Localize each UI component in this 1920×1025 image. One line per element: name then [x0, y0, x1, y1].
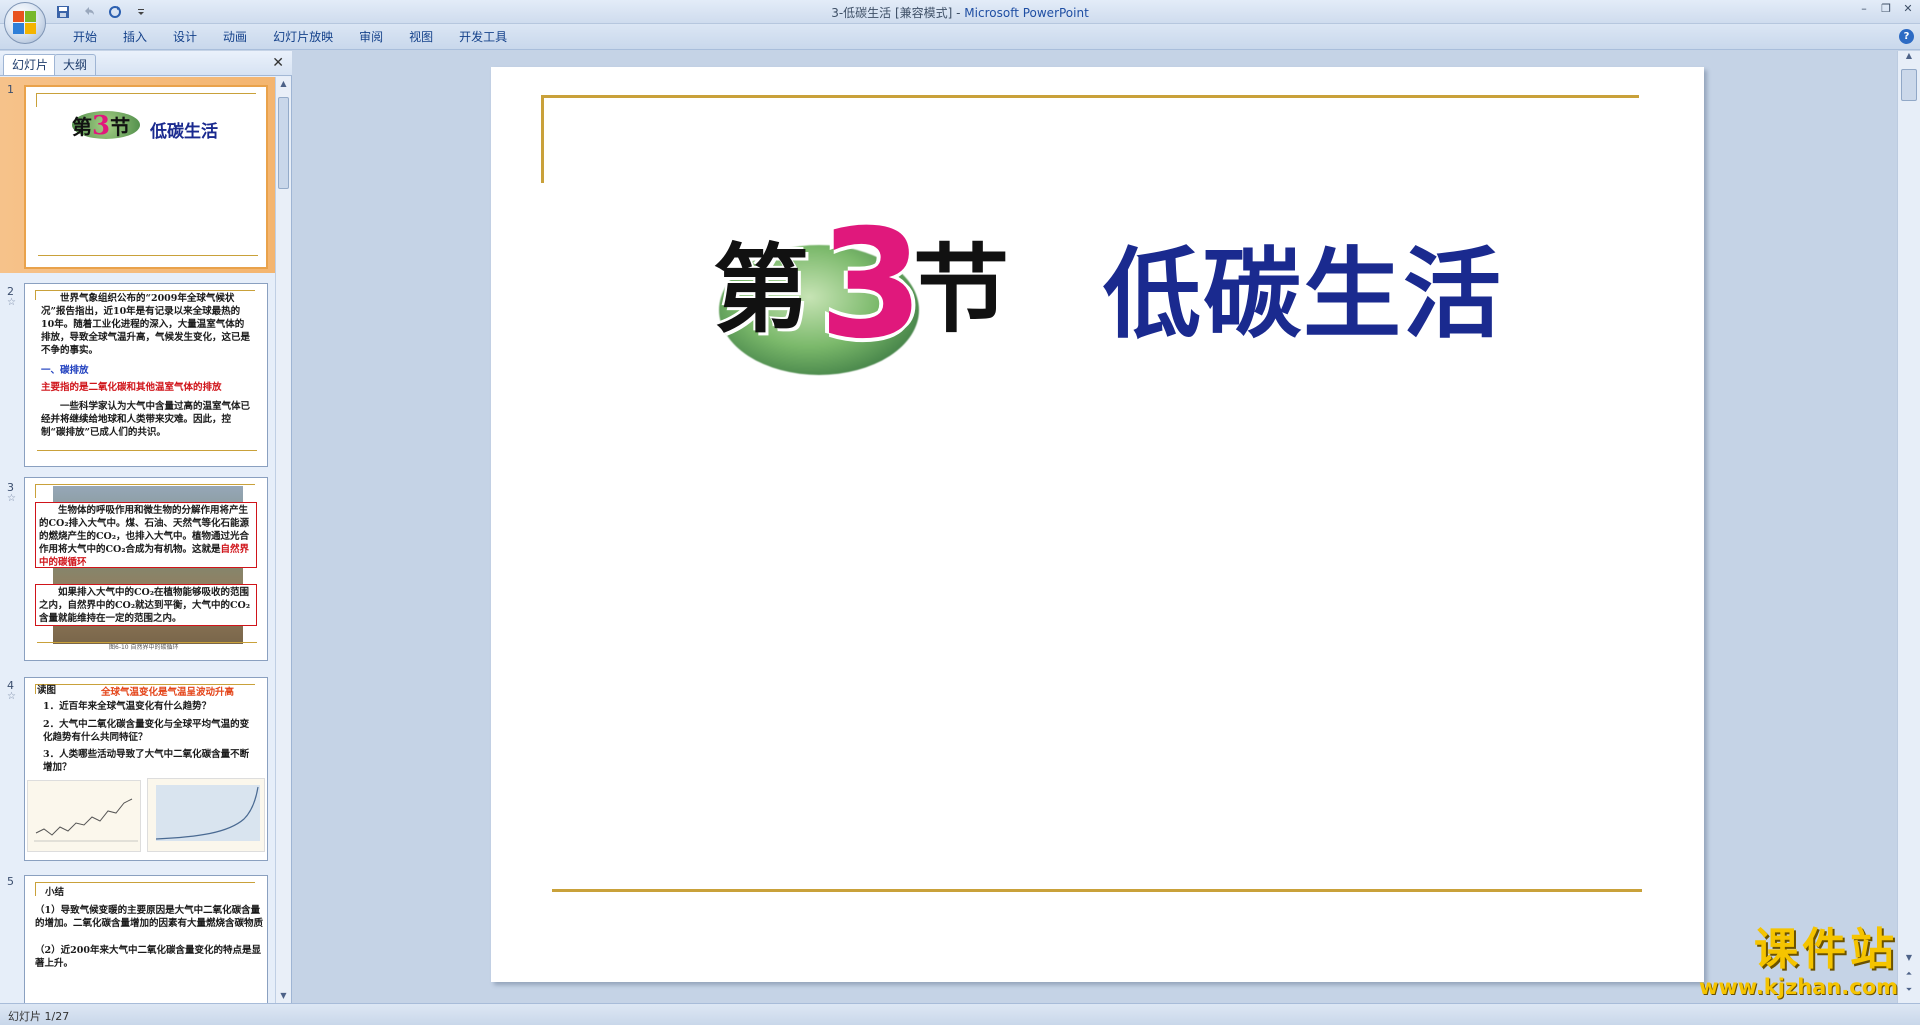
slide-thumbnail-1[interactable]: 1 第3节 低碳生活: [0, 77, 276, 273]
slide-thumbnail-5[interactable]: 5 小结 （1）导致气候变暖的主要原因是大气中二氧化碳含量的增加。二氧化碳含量增…: [0, 867, 276, 1003]
slide-thumbnail-image[interactable]: 读图 全球气温变化是气温呈波动升高 1．近百年来全球气温变化有什么趋势？ 2．大…: [24, 677, 268, 861]
slide-thumbnail-image[interactable]: 第3节 低碳生活: [24, 85, 268, 269]
thumb-paragraph: 世界气象组织公布的“2009年全球气候状况”报告指出，近10年是有记录以来全球最…: [41, 293, 251, 356]
thumb-label: 小结: [45, 887, 65, 898]
slide-number: 1: [7, 83, 14, 96]
left-gold-line: [541, 95, 544, 183]
slide-thumbnail-2[interactable]: 2 ☆ 世界气象组织公布的“2009年全球气候状况”报告指出，近10年是有记录以…: [0, 277, 276, 473]
slides-panel: 幻灯片 大纲 ✕ 1 第3节 低碳生活 2 ☆ 世界气象组织公布的“2009年全…: [0, 51, 292, 1003]
help-icon[interactable]: ?: [1899, 29, 1914, 44]
title-bar: 3-低碳生活 [兼容模式] - Microsoft PowerPoint – ❐…: [0, 0, 1920, 24]
slide-thumbnail-3[interactable]: 3 ☆ 生物体的呼吸作用和微生物的分解作用将产生的CO₂排入大气中。煤、石油、天…: [0, 473, 276, 669]
thumb-caption: 图6-10 自然界中的碳循环: [109, 644, 179, 651]
slide-thumbnail-image[interactable]: 生物体的呼吸作用和微生物的分解作用将产生的CO₂排入大气中。煤、石油、天然气等化…: [24, 477, 268, 661]
thumb-red-text: 全球气温变化是气温呈波动升高: [101, 687, 235, 698]
title-mark-right: 节: [913, 233, 1009, 346]
slide-thumbnail-image[interactable]: 世界气象组织公布的“2009年全球气候状况”报告指出，近10年是有记录以来全球最…: [24, 283, 268, 467]
slide-editing-area: 第 3 节 低碳生活: [293, 51, 1897, 1003]
bottom-gold-line: [552, 889, 1642, 892]
thumb-paragraph: （2）近200年来大气中二氧化碳含量变化的特点是显著上升。: [35, 945, 261, 969]
animation-star-icon: ☆: [7, 493, 16, 504]
scroll-down-icon[interactable]: ▼: [276, 989, 291, 1003]
scroll-up-icon[interactable]: ▲: [276, 77, 291, 91]
window-title: 3-低碳生活 [兼容模式] - Microsoft PowerPoint: [831, 6, 1089, 20]
thumb-label: 读图: [37, 685, 57, 696]
tab-slideshow[interactable]: 幻灯片放映: [260, 29, 346, 45]
section-number-graphic: 第 3 节: [713, 205, 1023, 425]
temperature-chart-image: [27, 780, 141, 852]
tab-design[interactable]: 设计: [160, 29, 210, 45]
tab-animation[interactable]: 动画: [210, 29, 260, 45]
ribbon: 开始 插入 设计 动画 幻灯片放映 审阅 视图 开发工具 ?: [0, 24, 1920, 50]
slide-counter: 幻灯片 1/27: [8, 1010, 70, 1023]
slide-number: 5: [7, 875, 14, 888]
thumb-textbox: 生物体的呼吸作用和微生物的分解作用将产生的CO₂排入大气中。煤、石油、天然气等化…: [35, 502, 257, 568]
office-logo-icon: [13, 11, 37, 35]
thumb-paragraph: （1）导致气候变暖的主要原因是大气中二氧化碳含量的增加。二氧化碳含量增加的因素有…: [35, 905, 264, 929]
scroll-down-icon[interactable]: ▼: [1898, 953, 1920, 967]
slide-title[interactable]: 低碳生活: [1103, 235, 1503, 355]
status-bar: 幻灯片 1/27: [0, 1003, 1920, 1025]
watermark-logo: 课件站 www.kjzhan.com: [1668, 927, 1898, 1001]
slide-thumbnail-list: 1 第3节 低碳生活 2 ☆ 世界气象组织公布的“2009年全球气候状况”报告指…: [0, 77, 276, 1003]
slide-thumbnail-4[interactable]: 4 ☆ 读图 全球气温变化是气温呈波动升高 1．近百年来全球气温变化有什么趋势？…: [0, 671, 276, 867]
current-slide[interactable]: 第 3 节 低碳生活: [491, 67, 1704, 982]
thumb-paragraph: 一些科学家认为大气中含量过高的温室气体已经并将继续给地球和人类带来灾难。因此，控…: [41, 401, 251, 438]
ribbon-tabs: 开始 插入 设计 动画 幻灯片放映 审阅 视图 开发工具: [60, 29, 520, 45]
scroll-up-icon[interactable]: ▲: [1898, 51, 1920, 65]
thumb-title-text: 低碳生活: [150, 122, 218, 142]
title-mark-left: 第: [713, 233, 809, 346]
scrollbar-thumb[interactable]: [1901, 69, 1917, 101]
animation-star-icon: ☆: [7, 691, 16, 702]
tab-insert[interactable]: 插入: [110, 29, 160, 45]
tab-slides[interactable]: 幻灯片: [3, 54, 58, 75]
watermark-cn: 课件站: [1754, 924, 1898, 975]
panel-tabs: 幻灯片 大纲 ✕: [0, 51, 292, 76]
title-number: 3: [819, 198, 924, 372]
thumb-red-text: 主要指的是二氧化碳和其他温室气体的排放: [41, 382, 222, 393]
tab-outline[interactable]: 大纲: [54, 54, 97, 75]
thumb-question: 2．大气中二氧化碳含量变化与全球平均气温的变化趋势有什么共同特征？: [43, 719, 250, 743]
thumb-question: 1．近百年来全球气温变化有什么趋势？: [43, 701, 212, 712]
restore-icon[interactable]: ❐: [1878, 2, 1894, 16]
tab-home[interactable]: 开始: [60, 29, 110, 45]
thumb-textbox: 如果排入大气中的CO₂在植物能够吸收的范围之内，自然界中的CO₂就达到平衡，大气…: [35, 584, 257, 626]
office-button[interactable]: [4, 2, 46, 44]
animation-star-icon: ☆: [7, 297, 16, 308]
close-icon[interactable]: ✕: [1900, 2, 1916, 16]
watermark-url: www.kjzhan.com: [1698, 975, 1898, 999]
close-panel-icon[interactable]: ✕: [272, 55, 284, 71]
tab-view[interactable]: 视图: [396, 29, 446, 45]
tab-review[interactable]: 审阅: [346, 29, 396, 45]
slide-scrollbar[interactable]: ▲ ▼ ⏶ ⏷: [1897, 51, 1920, 1003]
scrollbar-thumb[interactable]: [278, 97, 289, 189]
slide-thumbnail-image[interactable]: 小结 （1）导致气候变暖的主要原因是大气中二氧化碳含量的增加。二氧化碳含量增加的…: [24, 875, 268, 1003]
next-slide-icon[interactable]: ⏷: [1898, 985, 1920, 999]
thumb-title-mark: 第3节: [72, 111, 131, 141]
co2-chart-image: [147, 778, 265, 852]
minimize-icon[interactable]: –: [1856, 2, 1872, 16]
thumbnail-scrollbar[interactable]: ▲ ▼: [275, 77, 291, 1003]
tab-developer[interactable]: 开发工具: [446, 29, 520, 45]
thumb-question: 3．人类哪些活动导致了大气中二氧化碳含量不断增加？: [43, 749, 250, 773]
previous-slide-icon[interactable]: ⏶: [1898, 969, 1920, 983]
thumb-heading: 一、碳排放: [41, 365, 89, 376]
top-gold-line: [541, 95, 1639, 98]
